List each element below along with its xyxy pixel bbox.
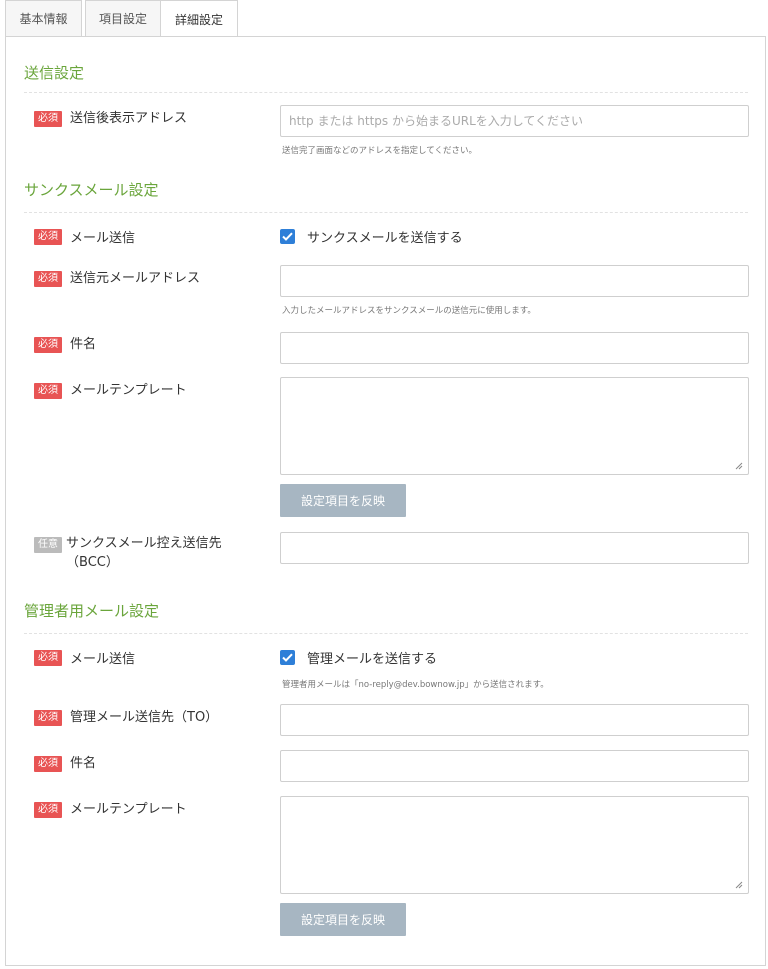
redirect-address-input[interactable] <box>280 105 749 137</box>
divider <box>24 92 748 93</box>
thanks-subject-label: 件名 <box>70 337 97 352</box>
required-badge: 必須 <box>34 337 62 353</box>
required-badge: 必須 <box>34 710 62 726</box>
admin-to-input[interactable] <box>280 704 749 736</box>
required-badge: 必須 <box>34 111 62 127</box>
admin-template-label: メールテンプレート <box>70 802 187 817</box>
admin-subject-input[interactable] <box>280 750 749 782</box>
checkmark-icon <box>282 232 293 241</box>
bcc-label-line2: （BCC） <box>66 555 119 570</box>
required-badge: 必須 <box>34 271 62 287</box>
send-settings-title: 送信設定 <box>24 64 85 82</box>
tab-detail-settings[interactable]: 詳細設定 <box>160 0 238 37</box>
thanks-template-label: メールテンプレート <box>70 383 187 398</box>
thanks-subject-input[interactable] <box>280 332 749 364</box>
admin-apply-button[interactable]: 設定項目を反映 <box>280 903 406 936</box>
from-address-label: 送信元メールアドレス <box>70 271 201 286</box>
tab-basic-info[interactable]: 基本情報 <box>5 0 82 36</box>
admin-mail-send-checkbox-label: 管理メールを送信する <box>307 652 438 667</box>
divider <box>24 212 748 213</box>
thanks-mail-send-checkbox-label: サンクスメールを送信する <box>307 231 463 246</box>
thanks-mail-send-checkbox[interactable] <box>280 229 295 244</box>
required-badge: 必須 <box>34 229 62 245</box>
admin-to-label: 管理メール送信先（TO） <box>70 710 219 725</box>
checkmark-icon <box>282 653 293 662</box>
admin-mail-send-checkbox-row[interactable]: 管理メールを送信する <box>280 648 437 667</box>
detail-settings-panel: 送信設定 必須 送信後表示アドレス 送信完了画面などのアドレスを指定してください… <box>5 36 766 966</box>
thanks-template-textarea[interactable] <box>280 377 749 475</box>
admin-mail-send-hint: 管理者用メールは「no-reply@dev.bownow.jp」から送信されます… <box>282 680 549 690</box>
required-badge: 必須 <box>34 802 62 818</box>
admin-mail-send-checkbox[interactable] <box>280 650 295 665</box>
optional-badge: 任意 <box>34 537 62 553</box>
admin-mail-send-label: メール送信 <box>70 652 136 667</box>
thanks-mail-title: サンクスメール設定 <box>24 181 159 199</box>
tab-field-settings[interactable]: 項目設定 <box>85 0 161 36</box>
thanks-mail-send-label: メール送信 <box>70 231 136 246</box>
from-address-input[interactable] <box>280 265 749 297</box>
admin-template-textarea[interactable] <box>280 796 749 894</box>
redirect-address-label: 送信後表示アドレス <box>70 111 188 126</box>
divider <box>24 633 748 634</box>
redirect-address-hint: 送信完了画面などのアドレスを指定してください。 <box>282 146 477 156</box>
from-address-hint: 入力したメールアドレスをサンクスメールの送信元に使用します。 <box>282 306 536 316</box>
thanks-mail-send-checkbox-row[interactable]: サンクスメールを送信する <box>280 227 463 246</box>
bcc-label-line1: サンクスメール控え送信先 <box>66 536 222 551</box>
required-badge: 必須 <box>34 383 62 399</box>
bcc-input[interactable] <box>280 532 749 564</box>
required-badge: 必須 <box>34 756 62 772</box>
admin-subject-label: 件名 <box>70 756 97 771</box>
admin-mail-title: 管理者用メール設定 <box>24 602 160 620</box>
required-badge: 必須 <box>34 650 62 666</box>
thanks-apply-button[interactable]: 設定項目を反映 <box>280 484 406 517</box>
